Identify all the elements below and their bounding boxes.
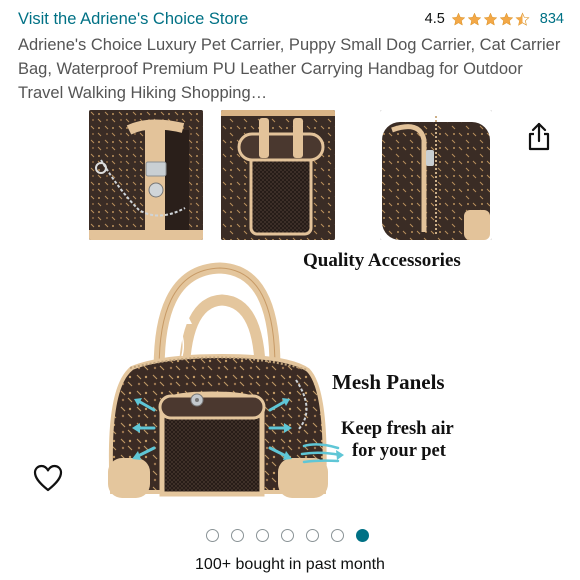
carousel-dot[interactable] [306,528,319,542]
carousel-pagination [206,528,369,542]
rating-count[interactable]: 834 [540,11,564,27]
bought-in-past-month: 100+ bought in past month [195,556,385,573]
detail-photo-side-zipper [380,110,492,240]
star-full-icon [467,12,482,26]
wishlist-button[interactable] [32,462,64,494]
product-title: Adriene's Choice Luxury Pet Carrier, Pup… [18,36,561,102]
rating-summary[interactable]: 4.5 834 [425,11,564,27]
carousel-dot-active[interactable] [356,528,369,542]
detail-photo-clasp [89,110,203,240]
carousel-dot[interactable] [331,528,344,542]
carousel-dot[interactable] [206,528,219,542]
star-half-icon [515,11,530,26]
detail-photo-roll-up-flap [221,110,335,240]
carousel-dot[interactable] [256,528,269,542]
caption-mesh-panels: Mesh Panels [332,370,445,394]
store-link[interactable]: Visit the Adriene's Choice Store [18,10,248,29]
carousel-dot[interactable] [281,528,294,542]
product-main-bag-illustration [102,260,342,508]
carousel-dot[interactable] [231,528,244,542]
rating-value: 4.5 [424,11,445,27]
star-full-icon [451,12,466,26]
caption-fresh-air-line2: for your pet [352,441,446,461]
heart-icon [33,464,63,492]
caption-fresh-air-line1: Keep fresh air [341,419,454,439]
star-full-icon [499,12,514,26]
star-full-icon [483,12,498,26]
store-row: Visit the Adriene's Choice Store 4.5 834 [18,8,564,30]
product-image-gallery[interactable]: Quality Accessories Mesh Panels Keep fre… [0,104,580,514]
rating-stars[interactable] [451,11,530,27]
airflow-arrows-icon [300,443,344,464]
